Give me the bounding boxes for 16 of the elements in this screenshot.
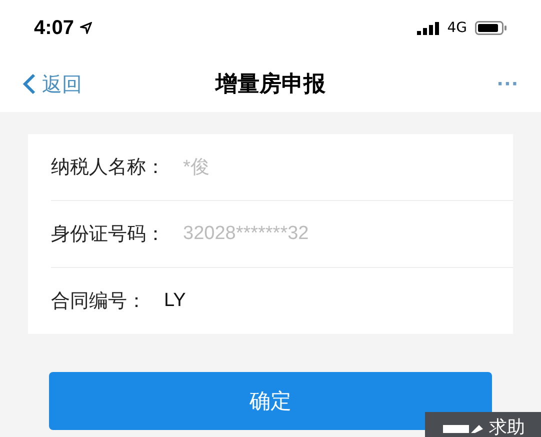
chevron-left-icon xyxy=(22,73,36,95)
more-button[interactable]: ··· xyxy=(497,71,519,97)
battery-icon xyxy=(475,21,507,35)
location-arrow-icon xyxy=(80,22,92,34)
help-button[interactable]: 求助 xyxy=(425,412,541,437)
field-value: 32028*******32 xyxy=(183,223,309,245)
network-type: 4G xyxy=(447,20,467,36)
status-time: 4:07 xyxy=(34,16,74,40)
field-label: 身份证号码： xyxy=(51,222,165,247)
field-value: LY xyxy=(164,290,186,312)
back-button[interactable]: 返回 xyxy=(22,70,82,98)
field-label: 纳税人名称： xyxy=(51,155,165,180)
field-label: 合同编号： xyxy=(51,289,146,314)
field-value: *俊 xyxy=(183,156,210,180)
signal-icon xyxy=(417,22,442,34)
page-title: 增量房申报 xyxy=(216,70,326,99)
